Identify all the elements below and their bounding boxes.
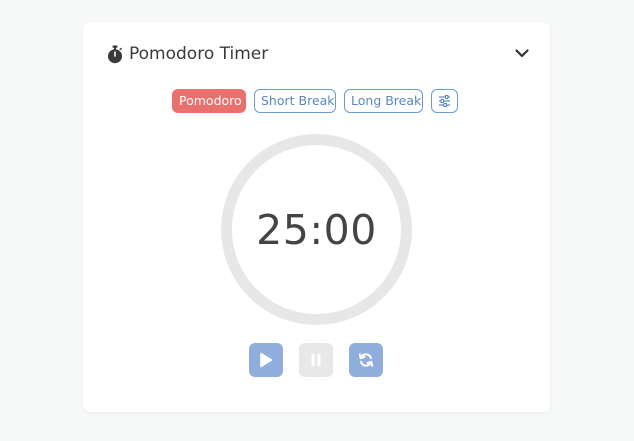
timer-display: 25:00 [256,205,377,254]
timer-controls [249,343,383,377]
chevron-down-icon [515,48,529,57]
pause-icon [311,354,321,366]
mode-pomodoro-button[interactable]: Pomodoro [172,89,246,113]
refresh-icon [358,353,374,367]
mode-selector: Pomodoro Short Break Long Break [172,89,458,113]
start-button[interactable] [249,343,283,377]
card-title: Pomodoro Timer [129,44,269,64]
reset-button[interactable] [349,343,383,377]
play-icon [260,352,273,368]
mode-short-break-button[interactable]: Short Break [254,89,336,113]
timer-ring: 25:00 [221,134,412,325]
pause-button[interactable] [299,343,333,377]
sliders-icon [439,95,450,107]
settings-button[interactable] [431,89,458,113]
stopwatch-icon [107,45,123,64]
pomodoro-card: Pomodoro Timer Pomodoro Short Break Long… [83,22,550,412]
collapse-button[interactable] [514,45,530,61]
mode-long-break-button[interactable]: Long Break [344,89,423,113]
card-header: Pomodoro Timer [107,42,268,66]
